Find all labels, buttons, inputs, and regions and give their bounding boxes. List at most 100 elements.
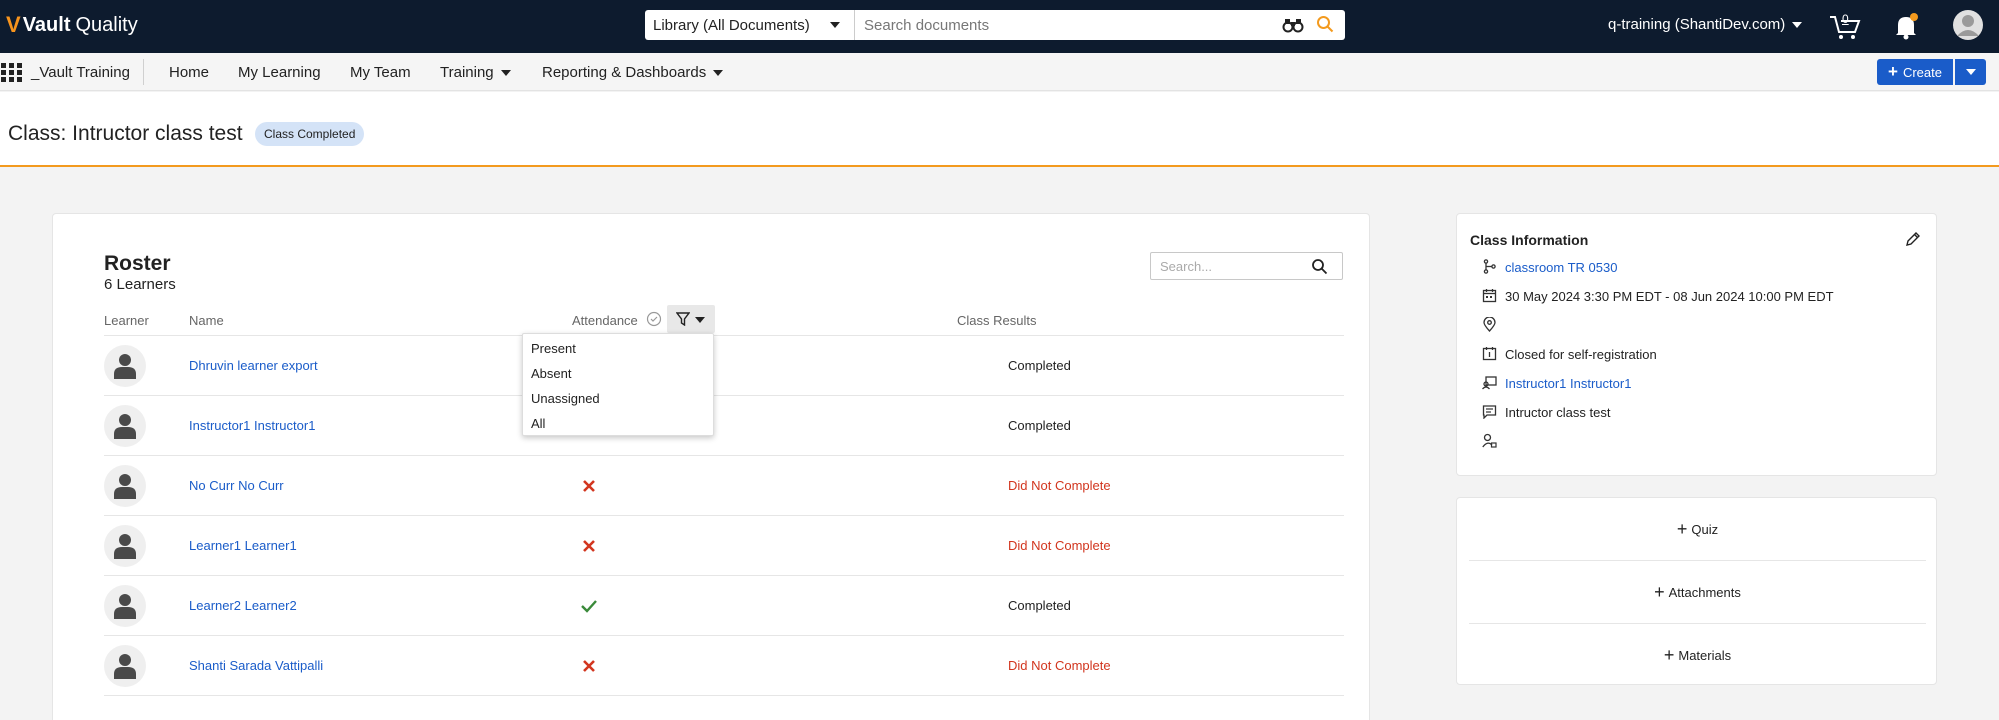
table-row: Instructor1 Instructor1 Completed [104,396,1344,456]
learner-name-link[interactable]: Learner2 Learner2 [189,598,297,613]
roster-panel: Roster 6 Learners Learner Name Attendanc… [52,213,1370,720]
checkmark-icon [579,596,599,616]
app-launcher-grid-icon[interactable] [0,62,24,82]
cart-count: 0 [1842,12,1849,26]
binoculars-icon[interactable] [1282,17,1304,33]
roster-title: Roster [104,252,171,275]
table-row: Learner2 Learner2 Completed [104,576,1344,636]
chevron-down-icon [695,317,705,323]
logo-product-text: Quality [75,13,138,36]
nav-reporting-dashboards[interactable]: Reporting & Dashboards [542,64,724,81]
chevron-down-icon [830,22,840,28]
user-icon [114,594,136,619]
nav-bar: _Vault Training Home My Learning My Team… [0,53,1999,91]
profile-avatar-icon[interactable] [1952,9,1984,41]
check-circle-icon [646,311,662,327]
page-header: Class: Intructor class test Class Comple… [0,92,1999,167]
classroom-link[interactable]: classroom TR 0530 [1505,260,1617,275]
plus-icon: + [1654,582,1665,602]
cross-icon [579,476,599,496]
nav-training[interactable]: Training [440,64,511,81]
user-icon [114,654,136,679]
nav-divider [143,59,144,85]
learner-avatar [104,585,146,627]
class-dates: 30 May 2024 3:30 PM EDT - 08 Jun 2024 10… [1505,289,1834,304]
vault-quality-logo[interactable]: V Vault Quality [6,12,138,38]
learner-name-link[interactable]: Learner1 Learner1 [189,538,297,553]
column-header-attendance: Attendance [572,313,638,328]
user-icon [114,534,136,559]
add-quiz-button[interactable]: + Quiz [1469,498,1926,560]
filter-option-all[interactable]: All [531,416,545,431]
plus-icon: + [1676,519,1688,539]
instructor-icon [1482,376,1497,390]
comment-icon [1482,405,1497,419]
learner-name-link[interactable]: Dhruvin learner export [189,358,318,373]
user-menu-label: q-training (ShantiDev.com) [1608,16,1786,33]
create-menu-toggle[interactable] [1955,59,1986,85]
create-button[interactable]: + Create [1877,59,1953,85]
cross-icon [579,536,599,556]
plus-icon: + [1663,645,1675,665]
cart-button[interactable]: 0 [1828,12,1862,40]
learner-avatar [104,525,146,567]
class-result: Completed [1008,358,1071,373]
nav-my-learning[interactable]: My Learning [238,64,321,81]
column-header-learner: Learner [104,313,149,328]
learner-avatar [104,645,146,687]
class-description: Intructor class test [1505,405,1611,420]
notifications-bell-icon[interactable] [1893,12,1919,40]
add-attachments-button[interactable]: + Attachments [1469,561,1926,623]
search-documents-input[interactable] [855,10,1345,40]
add-materials-button[interactable]: + Materials [1469,624,1926,686]
user-icon [114,414,136,439]
nav-home[interactable]: Home [169,64,209,81]
filter-option-present[interactable]: Present [531,341,576,356]
branch-icon [1483,259,1496,274]
table-row: Shanti Sarada Vattipalli Did Not Complete [104,636,1344,696]
calendar-icon [1482,289,1497,303]
nav-my-team[interactable]: My Team [350,64,411,81]
user-icon [114,354,136,379]
user-menu[interactable]: q-training (ShantiDev.com) [1608,16,1803,33]
filter-icon [676,312,690,326]
create-button-label: Create [1902,64,1942,80]
logo-brand-text: Vault [22,13,71,36]
calendar-closed-icon [1482,347,1497,361]
app-name[interactable]: _Vault Training [31,64,130,81]
search-icon[interactable] [1311,258,1328,275]
instructor-link[interactable]: Instructor1 Instructor1 [1505,376,1631,391]
pencil-edit-icon[interactable] [1905,231,1921,247]
roster-learner-count: 6 Learners [104,276,176,293]
attendance-filter-button[interactable] [667,305,715,333]
user-icon [114,474,136,499]
add-attachments-label: Attachments [1668,584,1741,600]
table-row: Learner1 Learner1 Did Not Complete [104,516,1344,576]
location-pin-icon [1483,317,1496,332]
learner-name-link[interactable]: Instructor1 Instructor1 [189,418,315,433]
plus-icon: + [1888,62,1898,81]
nav-training-label: Training [440,64,494,81]
learner-name-link[interactable]: Shanti Sarada Vattipalli [189,658,323,673]
chevron-down-icon [713,70,724,77]
page-title: Class: Intructor class test [8,122,243,145]
learner-avatar [104,465,146,507]
column-header-name[interactable]: Name [189,313,224,328]
column-header-class-results: Class Results [957,313,1037,328]
status-badge: Class Completed [255,122,365,146]
top-bar: V Vault Quality Library (All Documents) … [0,0,1999,53]
vault-logo-mark: V [6,12,21,37]
attendance-filter-dropdown: Present Absent Unassigned All [522,333,714,436]
cross-icon [579,656,599,676]
add-quiz-label: Quiz [1691,521,1719,537]
class-result: Completed [1008,418,1071,433]
class-result: Did Not Complete [1008,478,1111,493]
learner-avatar [104,405,146,447]
search-icon[interactable] [1316,15,1334,33]
registration-status: Closed for self-registration [1505,347,1657,362]
filter-option-unassigned[interactable]: Unassigned [531,391,600,406]
library-select[interactable]: Library (All Documents) [645,10,855,40]
learner-name-link[interactable]: No Curr No Curr [189,478,284,493]
filter-option-absent[interactable]: Absent [531,366,571,381]
class-result: Completed [1008,598,1071,613]
